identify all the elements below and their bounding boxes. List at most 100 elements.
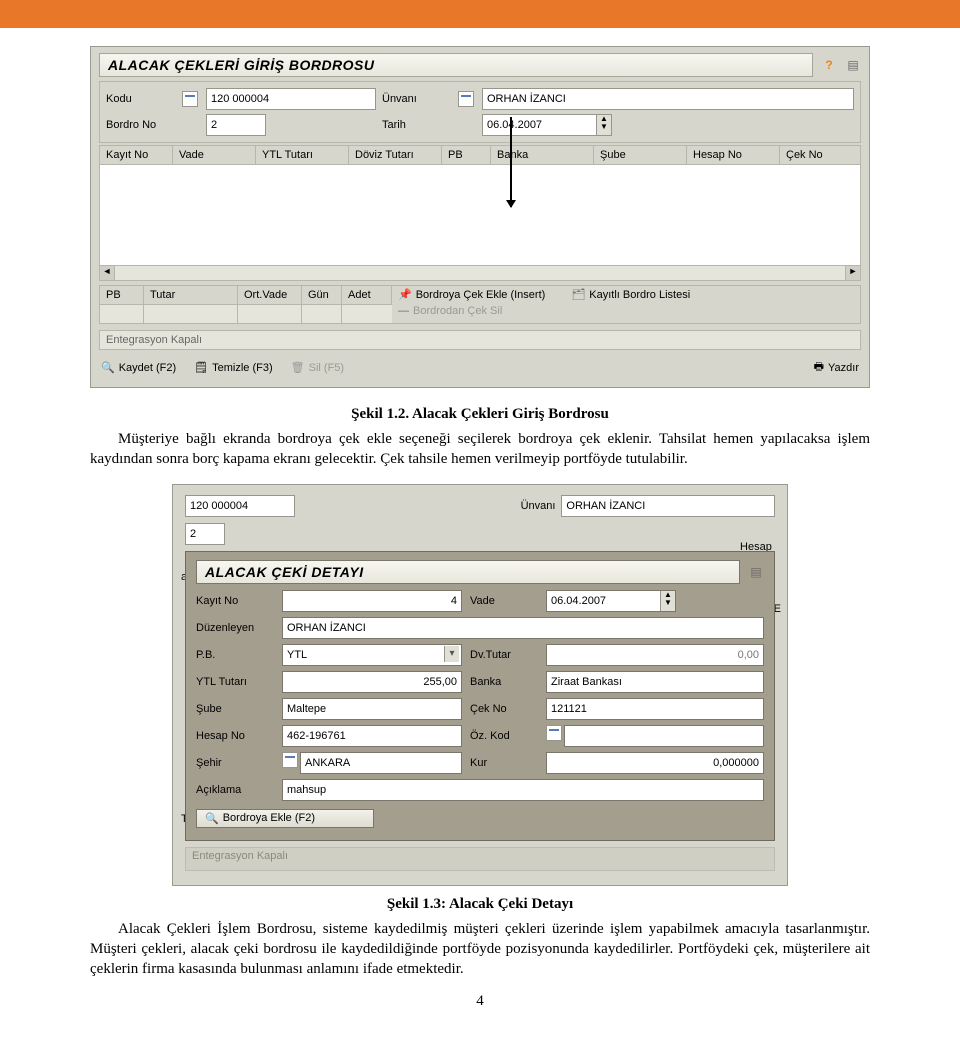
banka-field[interactable]: Ziraat Bankası <box>546 671 764 693</box>
pin-icon: 📌 <box>398 288 412 301</box>
aciklama-label: Açıklama <box>196 784 274 796</box>
grid-body[interactable] <box>99 165 861 266</box>
lookup-icon[interactable] <box>458 91 474 107</box>
bg-bordro-field[interactable]: 2 <box>185 523 225 545</box>
vade-label: Vade <box>470 595 538 607</box>
link-label: Bordrodan Çek Sil <box>413 305 502 317</box>
page-number: 4 <box>90 993 870 1010</box>
list-icon: 🗂 <box>571 288 585 301</box>
delete-icon: 🗑 <box>291 361 305 374</box>
unvani-label: Ünvanı <box>382 93 452 105</box>
button-label: Yazdır <box>828 362 859 374</box>
cekno-field[interactable]: 121121 <box>546 698 764 720</box>
detail-panel: ALACAK ÇEKİ DETAYI Kayıt No 4 Vade 06.04… <box>185 551 775 841</box>
help-icon[interactable]: ? <box>821 57 837 73</box>
pb-select[interactable]: YTL <box>282 644 462 666</box>
annotation-arrow <box>510 117 512 207</box>
sube-label: Şube <box>196 703 274 715</box>
yazdir-button[interactable]: 🖶 Yazdır <box>812 356 861 379</box>
date-spinner[interactable]: ▲▼ <box>596 115 611 135</box>
figure-caption-1: Şekil 1.2. Alacak Çekleri Giriş Bordrosu <box>90 406 870 423</box>
sube-field[interactable]: Maltepe <box>282 698 462 720</box>
bordrodan-cek-sil-link[interactable]: — Bordrodan Çek Sil <box>392 303 860 319</box>
minus-icon: — <box>398 305 409 317</box>
pb-col-tutar: Tutar <box>144 286 238 305</box>
ozkod-field[interactable] <box>564 725 764 747</box>
window-title: ALACAK ÇEKLERİ GİRİŞ BORDROSU <box>99 53 813 77</box>
button-label: Temizle (F3) <box>212 362 273 374</box>
pb-col-pb: PB <box>100 286 144 305</box>
col-cekno: Çek No <box>780 146 860 164</box>
sehir-field[interactable]: ANKARA <box>300 752 462 774</box>
col-ytl: YTL Tutarı <box>256 146 349 164</box>
paragraph-2: Alacak Çekleri İşlem Bordrosu, sisteme k… <box>90 919 870 980</box>
tarih-value: 06.04.2007 <box>487 119 542 131</box>
col-sube: Şube <box>594 146 687 164</box>
kayitno-field[interactable]: 4 <box>282 590 462 612</box>
h-scrollbar[interactable]: ◄ ► <box>99 266 861 281</box>
cekno-label: Çek No <box>470 703 538 715</box>
lookup-icon[interactable] <box>282 752 298 768</box>
aciklama-field[interactable]: mahsup <box>282 779 764 801</box>
bordro-no-field[interactable]: 2 <box>206 114 266 136</box>
pb-col-adet: Adet <box>342 286 392 305</box>
temizle-button[interactable]: 🗒 Temizle (F3) <box>192 359 274 376</box>
kayitli-liste-link[interactable]: Kayıtlı Bordro Listesi <box>589 289 690 301</box>
sil-button[interactable]: 🗑 Sil (F5) <box>289 359 346 376</box>
dvtutar-label: Dv.Tutar <box>470 649 538 661</box>
kayitno-label: Kayıt No <box>196 595 274 607</box>
clear-icon: 🗒 <box>194 361 208 374</box>
paragraph-1: Müşteriye bağlı ekranda bordroya çek ekl… <box>90 429 870 470</box>
col-hesapno: Hesap No <box>687 146 780 164</box>
unvani-field[interactable]: ORHAN İZANCI <box>482 88 854 110</box>
bordroya-cek-ekle-link[interactable]: 📌 Bordroya Çek Ekle (Insert) 🗂 Kayıtlı B… <box>392 286 860 303</box>
dvtutar-field: 0,00 <box>546 644 764 666</box>
col-banka: Banka <box>491 146 594 164</box>
date-spinner[interactable]: ▲▼ <box>660 591 675 611</box>
kodu-label: Kodu <box>106 93 176 105</box>
vade-field[interactable]: 06.04.2007▲▼ <box>546 590 676 612</box>
figure-caption-2: Şekil 1.3: Alacak Çeki Detayı <box>90 896 870 913</box>
pb-col-gun: Gün <box>302 286 342 305</box>
ozkod-label: Öz. Kod <box>470 730 538 742</box>
close-icon[interactable] <box>748 564 764 580</box>
duzenleyen-field[interactable]: ORHAN İZANCI <box>282 617 764 639</box>
hesapno-label: Hesap No <box>196 730 274 742</box>
col-vade: Vade <box>173 146 256 164</box>
lookup-icon[interactable] <box>546 725 562 741</box>
col-pb: PB <box>442 146 491 164</box>
tarih-label: Tarih <box>382 119 452 131</box>
detail-window-title: ALACAK ÇEKİ DETAYI <box>196 560 740 584</box>
kaydet-button[interactable]: 🔍 Kaydet (F2) <box>99 359 178 376</box>
scroll-left-icon[interactable]: ◄ <box>100 266 115 280</box>
ytl-field[interactable]: 255,00 <box>282 671 462 693</box>
ytl-label: YTL Tutarı <box>196 676 274 688</box>
save-icon: 🔍 <box>205 812 219 825</box>
banka-label: Banka <box>470 676 538 688</box>
top-orange-bar <box>0 0 960 28</box>
bg-kodu-field[interactable]: 120 000004 <box>185 495 295 517</box>
screenshot-giris-bordrosu: ALACAK ÇEKLERİ GİRİŞ BORDROSU ? Kodu 120… <box>90 46 870 388</box>
button-label: Sil (F5) <box>309 362 344 374</box>
button-label: Bordroya Ekle (F2) <box>223 812 315 824</box>
close-icon[interactable] <box>845 57 861 73</box>
kodu-field[interactable]: 120 000004 <box>206 88 376 110</box>
pb-label: P.B. <box>196 649 274 661</box>
tarih-field[interactable]: 06.04.2007 ▲▼ <box>482 114 612 136</box>
save-icon: 🔍 <box>101 361 115 374</box>
bg-unvani-field[interactable]: ORHAN İZANCI <box>561 495 775 517</box>
kur-field[interactable]: 0,000000 <box>546 752 764 774</box>
col-doviz: Döviz Tutarı <box>349 146 442 164</box>
link-label: Bordroya Çek Ekle (Insert) <box>416 289 546 301</box>
col-kayitno: Kayıt No <box>100 146 173 164</box>
lookup-icon[interactable] <box>182 91 198 107</box>
hesapno-field[interactable]: 462-196761 <box>282 725 462 747</box>
scroll-track[interactable] <box>115 266 845 280</box>
integration-status: Entegrasyon Kapalı <box>99 330 861 350</box>
pb-col-ortvade: Ort.Vade <box>238 286 302 305</box>
bordroya-ekle-button[interactable]: 🔍 Bordroya Ekle (F2) <box>196 809 374 828</box>
sehir-label: Şehir <box>196 757 274 769</box>
bg-unvani-label: Ünvanı <box>521 500 556 512</box>
bg-integration-strip: Entegrasyon Kapalı <box>185 847 775 871</box>
scroll-right-icon[interactable]: ► <box>845 266 860 280</box>
